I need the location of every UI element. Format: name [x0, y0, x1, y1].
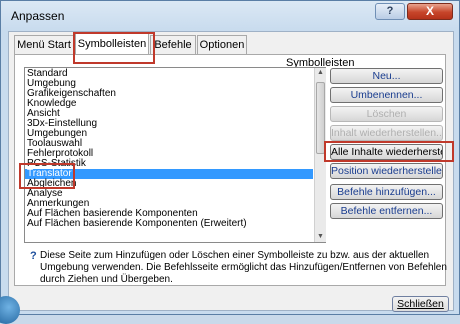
toolbar-list[interactable]: Standard Umgebung Grafikeigenschaften Kn…: [24, 67, 326, 243]
rename-button[interactable]: Umbenennen...: [330, 87, 443, 103]
remove-commands-button[interactable]: Befehle entfernen...: [330, 203, 443, 219]
restore-content-button[interactable]: Inhalt wiederherstellen...: [330, 125, 443, 141]
scroll-down-arrow-icon[interactable]: ▼: [315, 232, 326, 242]
question-icon: ?: [30, 250, 37, 262]
restore-position-button[interactable]: Position wiederherstellen: [330, 163, 443, 179]
title-bar[interactable]: Anpassen ? X: [1, 1, 459, 29]
scroll-up-arrow-icon[interactable]: ▲: [315, 68, 326, 78]
list-scrollbar[interactable]: ▲ ▼: [314, 68, 326, 242]
scroll-thumb[interactable]: [316, 82, 325, 154]
info-text: Diese Seite zum Hinzufügen oder Löschen …: [40, 250, 447, 285]
close-dialog-button[interactable]: Schließen: [392, 296, 449, 312]
delete-button[interactable]: Löschen: [330, 106, 443, 122]
tab-befehle[interactable]: Befehle: [150, 35, 196, 54]
new-toolbar-button[interactable]: Neu...: [330, 68, 443, 84]
help-button[interactable]: ?: [375, 3, 405, 20]
add-commands-button[interactable]: Befehle hinzufügen...: [330, 184, 443, 200]
tab-menu-start[interactable]: Menü Start: [14, 35, 74, 54]
tab-symbolleisten[interactable]: Symbolleisten: [75, 33, 149, 54]
close-window-button[interactable]: X: [407, 3, 453, 20]
list-item[interactable]: Auf Flächen basierende Komponenten (Erwe…: [27, 219, 247, 229]
window-title: Anpassen: [11, 9, 65, 23]
tab-optionen[interactable]: Optionen: [197, 35, 247, 54]
restore-all-button[interactable]: Alle Inhalte wiederherstellen...: [330, 144, 443, 160]
